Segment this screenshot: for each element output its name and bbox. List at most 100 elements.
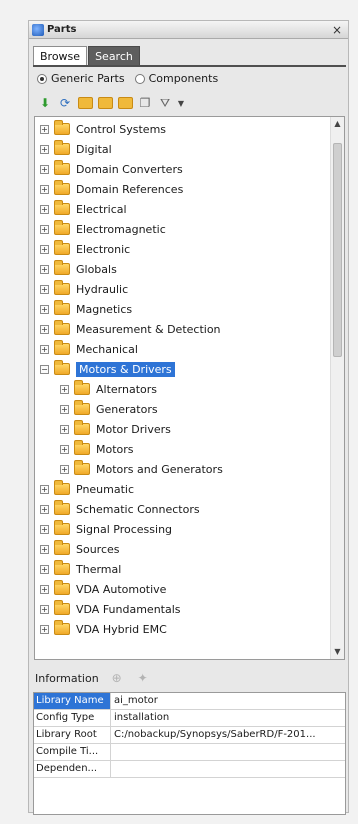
property-row[interactable]: Dependen...: [34, 761, 345, 778]
tree-item[interactable]: + Signal Processing: [35, 519, 330, 539]
folder-icon: [54, 300, 70, 315]
property-value: ai_motor: [114, 695, 158, 706]
tree-item[interactable]: + Digital: [35, 139, 330, 159]
tree-item-label: Mechanical: [76, 342, 138, 356]
tree-item[interactable]: + Control Systems: [35, 119, 330, 139]
expand-icon[interactable]: +: [40, 284, 49, 294]
tree-item[interactable]: + VDA Automotive: [35, 579, 330, 599]
tree-item[interactable]: + Pneumatic: [35, 479, 330, 499]
expand-icon[interactable]: +: [40, 184, 49, 194]
property-row[interactable]: Library Name ai_motor: [34, 693, 345, 710]
tree-item[interactable]: + VDA Hybrid EMC: [35, 619, 330, 639]
property-key: Library Name: [34, 693, 111, 709]
property-key: Library Root: [34, 727, 111, 743]
dropdown-arrow-icon[interactable]: ▼: [177, 95, 185, 111]
parts-app-icon: [32, 23, 44, 36]
expand-icon[interactable]: +: [40, 544, 49, 554]
expand-icon[interactable]: +: [40, 504, 49, 514]
expand-icon[interactable]: +: [40, 344, 49, 354]
folder-icon: [74, 460, 90, 475]
expand-icon[interactable]: +: [40, 164, 49, 174]
tree-item[interactable]: + Electrical: [35, 199, 330, 219]
information-header: Information ⊕ ✦: [33, 666, 346, 690]
tree-item[interactable]: + Thermal: [35, 559, 330, 579]
tree-item[interactable]: + Electronic: [35, 239, 330, 259]
tree-item[interactable]: + Alternators: [35, 379, 330, 399]
filter-icon[interactable]: ⛛: [157, 95, 173, 111]
tree-item-label: Sources: [76, 542, 120, 556]
expand-icon[interactable]: +: [40, 244, 49, 254]
tree-item[interactable]: + Domain References: [35, 179, 330, 199]
folder-icon: [54, 560, 70, 575]
tree-item[interactable]: + Domain Converters: [35, 159, 330, 179]
pin-icon[interactable]: ✦: [135, 670, 151, 686]
radio-generic-parts-dot[interactable]: [37, 73, 47, 84]
folder-icon: [74, 440, 90, 455]
expand-icon[interactable]: +: [60, 424, 69, 434]
expand-icon[interactable]: +: [40, 324, 49, 334]
refresh-icon[interactable]: ⟳: [57, 95, 73, 111]
folder-icon: [54, 240, 70, 255]
tree-item[interactable]: + Generators: [35, 399, 330, 419]
radio-generic-parts[interactable]: Generic Parts: [37, 72, 125, 85]
folder-globe-icon[interactable]: [117, 95, 133, 111]
radio-components[interactable]: Components: [134, 72, 218, 85]
expand-icon[interactable]: +: [40, 524, 49, 534]
property-value: C:/nobackup/Synopsys/SaberRD/F-201...: [114, 729, 316, 740]
property-row[interactable]: Config Type installation: [34, 710, 345, 727]
tree-item[interactable]: + Sources: [35, 539, 330, 559]
expand-icon[interactable]: +: [60, 444, 69, 454]
view-icon[interactable]: ⊕: [109, 670, 125, 686]
radio-generic-parts-label: Generic Parts: [51, 72, 125, 85]
radio-components-dot[interactable]: [134, 73, 145, 84]
properties-empty-area: [34, 778, 345, 814]
expand-icon[interactable]: +: [40, 264, 49, 274]
close-icon[interactable]: ×: [332, 23, 342, 37]
tab-browse[interactable]: Browse: [33, 46, 88, 66]
folder-icon: [54, 500, 70, 515]
expand-icon[interactable]: +: [40, 304, 49, 314]
tab-search[interactable]: Search: [88, 46, 140, 66]
arrow-down-icon[interactable]: ⬇: [37, 95, 53, 111]
tree-scrollbar[interactable]: ▲ ▼: [330, 117, 344, 659]
tree-item[interactable]: + Motors: [35, 439, 330, 459]
scroll-thumb[interactable]: [333, 143, 342, 357]
folder-icon: [54, 580, 70, 595]
folder-icon: [54, 540, 70, 555]
tree-item-label: Alternators: [96, 382, 157, 396]
expand-icon[interactable]: +: [40, 484, 49, 494]
expand-icon[interactable]: +: [60, 464, 69, 474]
tree-item[interactable]: + Motor Drivers: [35, 419, 330, 439]
tree-item[interactable]: + Measurement & Detection: [35, 319, 330, 339]
tree-item[interactable]: − Motors & Drivers: [35, 359, 330, 379]
expand-icon[interactable]: +: [60, 404, 69, 414]
tree-item[interactable]: + VDA Fundamentals: [35, 599, 330, 619]
tree-item[interactable]: + Motors and Generators: [35, 459, 330, 479]
property-row[interactable]: Compile Ti...: [34, 744, 345, 761]
expand-icon[interactable]: +: [40, 624, 49, 634]
expand-icon[interactable]: +: [40, 144, 49, 154]
property-row[interactable]: Library Root C:/nobackup/Synopsys/SaberRD…: [34, 727, 345, 744]
folder-arrow-icon[interactable]: [97, 95, 113, 111]
tree-item-label: Digital: [76, 142, 112, 156]
tree-item[interactable]: + Magnetics: [35, 299, 330, 319]
panel-title: Parts: [47, 24, 77, 35]
collapse-icon[interactable]: −: [40, 364, 49, 374]
expand-icon[interactable]: +: [40, 224, 49, 234]
tree-item[interactable]: + Electromagnetic: [35, 219, 330, 239]
tree-item[interactable]: + Schematic Connectors: [35, 499, 330, 519]
scroll-down-icon[interactable]: ▼: [331, 645, 344, 659]
expand-icon[interactable]: +: [40, 604, 49, 614]
tree-item[interactable]: + Hydraulic: [35, 279, 330, 299]
tree-item[interactable]: + Mechanical: [35, 339, 330, 359]
expand-icon[interactable]: +: [60, 384, 69, 394]
expand-icon[interactable]: +: [40, 584, 49, 594]
part-type-radios: Generic Parts Components: [37, 72, 218, 85]
expand-icon[interactable]: +: [40, 564, 49, 574]
folder-icon[interactable]: [77, 95, 93, 111]
expand-icon[interactable]: +: [40, 124, 49, 134]
expand-icon[interactable]: +: [40, 204, 49, 214]
copy-icon[interactable]: ❐: [137, 95, 153, 111]
scroll-up-icon[interactable]: ▲: [331, 117, 344, 131]
tree-item[interactable]: + Globals: [35, 259, 330, 279]
